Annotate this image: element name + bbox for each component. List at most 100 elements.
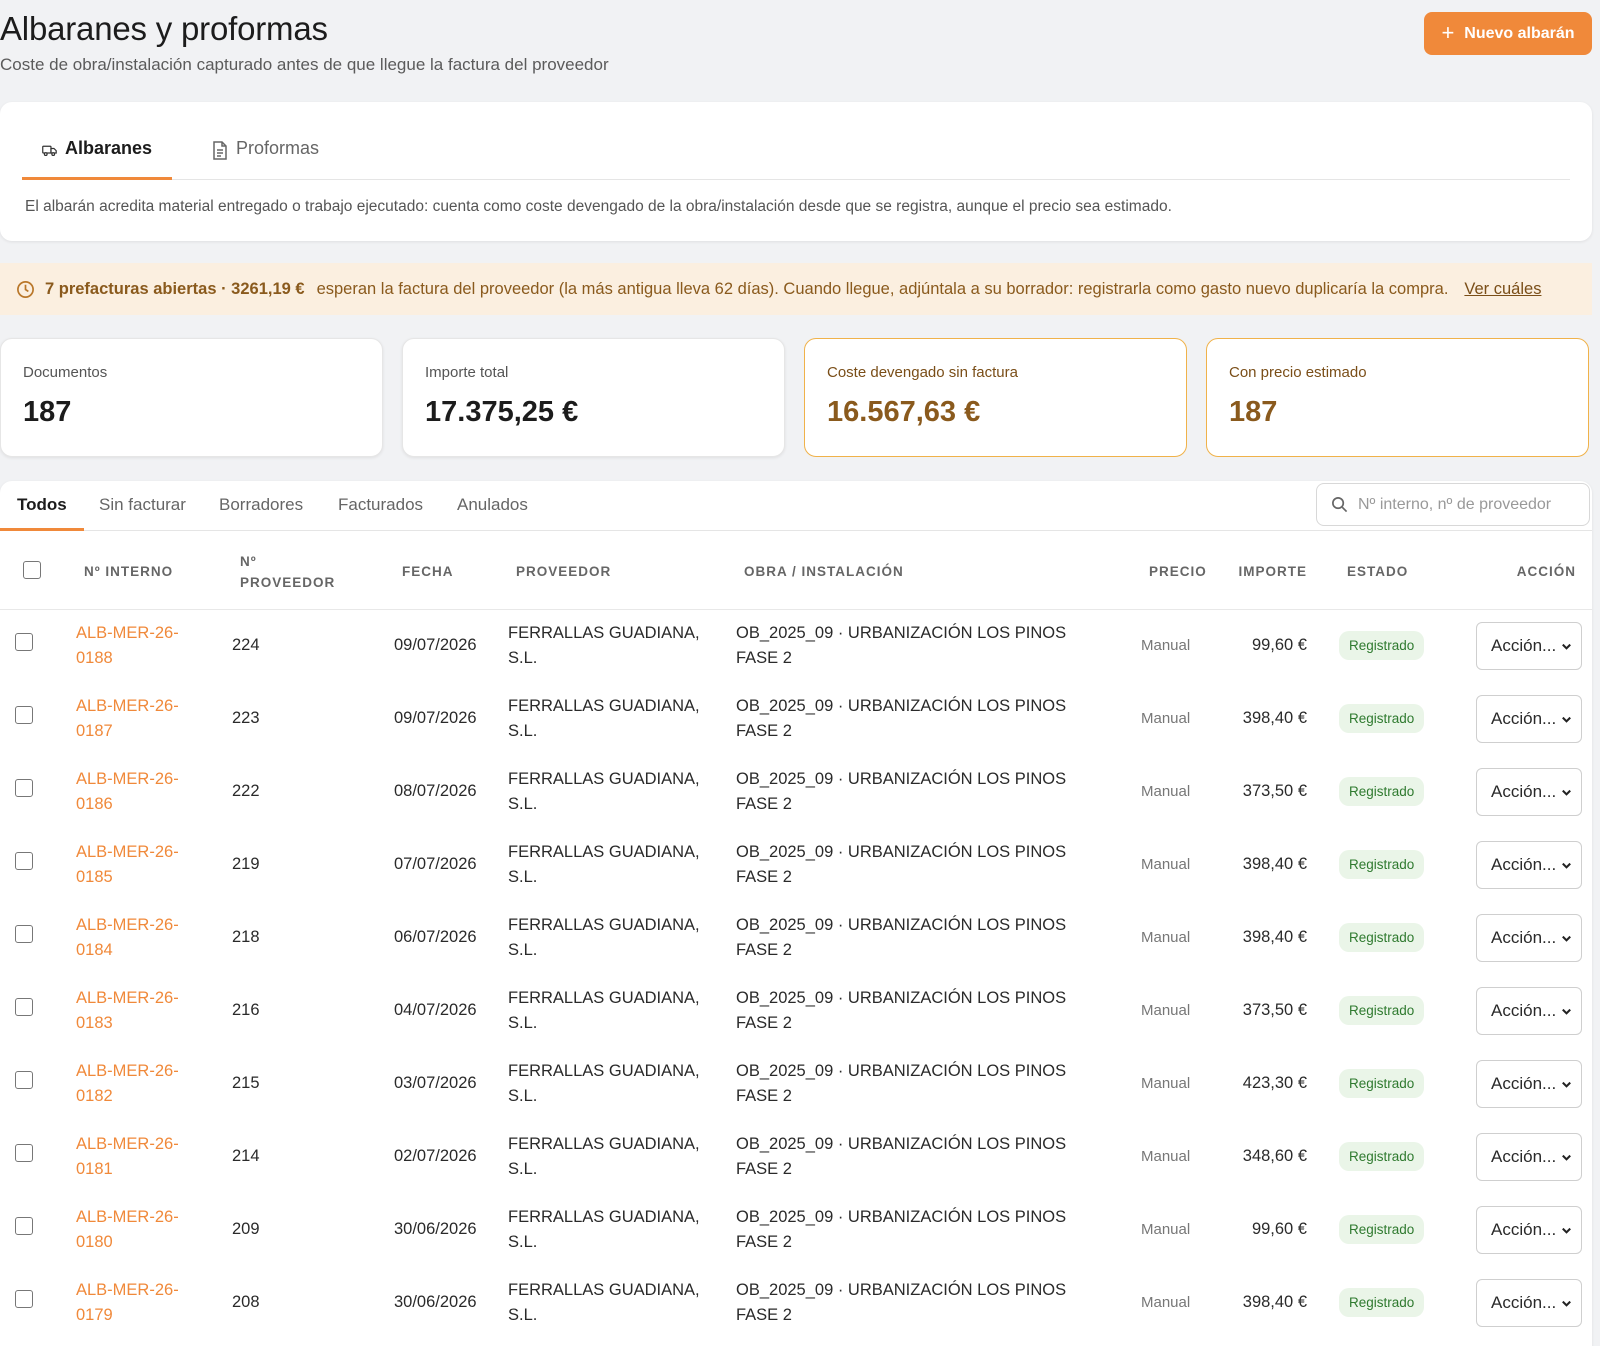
internal-number-link[interactable]: ALB-MER-26- 0179 — [74, 1266, 232, 1339]
new-albaran-button[interactable]: + Nuevo albarán — [1424, 12, 1592, 55]
internal-number-link[interactable]: ALB-MER-26- 0181 — [74, 1120, 232, 1193]
row-checkbox[interactable] — [15, 778, 33, 797]
action-select[interactable]: Acción... — [1476, 621, 1582, 670]
tab-albaranes[interactable]: Albaranes — [22, 130, 172, 180]
action-cell: Acción... — [1457, 755, 1592, 828]
table-row: ALB-MER-26- 0187 223 09/07/2026 FERRALLA… — [0, 682, 1592, 755]
stat-label: Con precio estimado — [1229, 364, 1367, 381]
action-select-value: Acción... — [1491, 636, 1557, 656]
project-name-line1: OB_2025_09 · URBANIZACIÓN LOS PINOS — [736, 696, 1067, 715]
row-checkbox[interactable] — [15, 1070, 33, 1089]
action-select[interactable]: Acción... — [1476, 694, 1582, 743]
table-row: ALB-MER-26- 0180 209 30/06/2026 FERRALLA… — [0, 1193, 1592, 1266]
supplier-name: FERRALLAS GUADIANA, S.L. — [501, 1047, 729, 1120]
action-select[interactable]: Acción... — [1476, 1278, 1582, 1327]
project-name-line1: OB_2025_09 · URBANIZACIÓN LOS PINOS — [736, 623, 1067, 642]
chevron-down-icon — [1562, 789, 1571, 796]
internal-number-link[interactable]: ALB-MER-26- 0187 — [74, 682, 232, 755]
search-input[interactable] — [1358, 495, 1563, 514]
table-row: ALB-MER-26- 0183 216 04/07/2026 FERRALLA… — [0, 974, 1592, 1047]
status-cell: Registrado — [1335, 1120, 1457, 1193]
row-checkbox[interactable] — [15, 997, 33, 1016]
chevron-down-icon — [1562, 716, 1571, 723]
internal-number-link[interactable]: ALB-MER-26- 0186 — [74, 755, 232, 828]
table-header-row: Nº INTERNO Nº PROVEEDOR FECHA PROVEEDOR … — [0, 535, 1592, 610]
ver-cuales-link[interactable]: Ver cuáles — [1464, 280, 1541, 299]
supplier-name-line1: FERRALLAS GUADIANA, — [508, 696, 700, 715]
project-name: OB_2025_09 · URBANIZACIÓN LOS PINOS FASE… — [729, 1193, 1125, 1266]
status-cell: Registrado — [1335, 1193, 1457, 1266]
row-select-cell — [0, 755, 74, 828]
row-select-cell — [0, 1047, 74, 1120]
project-name-line1: OB_2025_09 · URBANIZACIÓN LOS PINOS — [736, 769, 1067, 788]
action-select[interactable]: Acción... — [1476, 840, 1582, 889]
action-select[interactable]: Acción... — [1476, 913, 1582, 962]
action-select[interactable]: Acción... — [1476, 767, 1582, 816]
supplier-name-line2: S.L. — [508, 940, 538, 959]
action-select[interactable]: Acción... — [1476, 1205, 1582, 1254]
select-all-checkbox[interactable] — [23, 561, 41, 580]
action-select[interactable]: Acción... — [1476, 1059, 1582, 1108]
action-cell: Acción... — [1457, 901, 1592, 974]
action-cell: Acción... — [1457, 1047, 1592, 1120]
action-select[interactable]: Acción... — [1476, 1132, 1582, 1181]
action-select[interactable]: Acción... — [1476, 986, 1582, 1035]
document-date: 02/07/2026 — [394, 1147, 477, 1165]
status-cell: Registrado — [1335, 974, 1457, 1047]
status-badge: Registrado — [1339, 631, 1425, 661]
project-name: OB_2025_09 · URBANIZACIÓN LOS PINOS FASE… — [729, 901, 1125, 974]
row-checkbox[interactable] — [15, 851, 33, 870]
filter-tabs: Todos Sin facturar Borradores Facturados… — [0, 481, 1592, 531]
supplier-name: FERRALLAS GUADIANA, S.L. — [501, 828, 729, 901]
row-checkbox[interactable] — [15, 1289, 33, 1308]
price-type: Manual — [1141, 783, 1191, 800]
filter-tab-facturados[interactable]: Facturados — [338, 495, 423, 529]
row-checkbox[interactable] — [15, 1216, 33, 1235]
amount: 373,50 € — [1242, 1001, 1307, 1019]
action-select-value: Acción... — [1491, 1001, 1557, 1020]
action-select-value: Acción... — [1491, 1293, 1557, 1312]
filter-tab-anulados[interactable]: Anulados — [457, 495, 528, 529]
tab-proformas[interactable]: Proformas — [192, 130, 339, 180]
filter-tab-sin-facturar[interactable]: Sin facturar — [99, 495, 186, 529]
supplier-name-line2: S.L. — [508, 794, 538, 813]
search-box — [1316, 483, 1590, 526]
plus-icon: + — [1441, 19, 1455, 45]
row-select-cell — [0, 1120, 74, 1193]
table-row: ALB-MER-26- 0181 214 02/07/2026 FERRALLA… — [0, 1120, 1592, 1193]
project-name: OB_2025_09 · URBANIZACIÓN LOS PINOS FASE… — [729, 1120, 1125, 1193]
row-checkbox[interactable] — [15, 705, 33, 724]
internal-number-line2: 0181 — [76, 1159, 113, 1178]
project-name-line1: OB_2025_09 · URBANIZACIÓN LOS PINOS — [736, 988, 1067, 1007]
col-supplier-no-line2: PROVEEDOR — [240, 574, 336, 590]
supplier-name: FERRALLAS GUADIANA, S.L. — [501, 682, 729, 755]
supplier-number: 222 — [232, 782, 260, 800]
supplier-name: FERRALLAS GUADIANA, S.L. — [501, 974, 729, 1047]
supplier-name-line2: S.L. — [508, 867, 538, 886]
internal-number-link[interactable]: ALB-MER-26- 0180 — [74, 1193, 232, 1266]
status-badge: Registrado — [1339, 1288, 1425, 1317]
albaranes-table-card: Todos Sin facturar Borradores Facturados… — [0, 481, 1592, 1346]
doc-tabs: Albaranes Proformas — [22, 102, 1570, 180]
supplier-name-line2: S.L. — [508, 1232, 538, 1251]
internal-number-link[interactable]: ALB-MER-26- 0184 — [74, 901, 232, 974]
supplier-name: FERRALLAS GUADIANA, S.L. — [501, 1266, 729, 1339]
row-checkbox[interactable] — [15, 924, 33, 943]
internal-number-link[interactable]: ALB-MER-26- 0188 — [74, 609, 232, 682]
internal-number-link[interactable]: ALB-MER-26- 0185 — [74, 828, 232, 901]
filter-tab-borradores[interactable]: Borradores — [219, 495, 303, 529]
row-checkbox[interactable] — [15, 1143, 33, 1162]
price-type: Manual — [1141, 1221, 1191, 1238]
internal-number-link[interactable]: ALB-MER-26- 0183 — [74, 974, 232, 1047]
row-checkbox[interactable] — [15, 632, 33, 651]
supplier-number: 209 — [232, 1220, 260, 1238]
page-subtitle: Coste de obra/instalación capturado ante… — [0, 55, 609, 74]
row-select-cell — [0, 609, 74, 682]
col-status: ESTADO — [1335, 535, 1457, 610]
project-name: OB_2025_09 · URBANIZACIÓN LOS PINOS FASE… — [729, 828, 1125, 901]
internal-number-link[interactable]: ALB-MER-26- 0182 — [74, 1047, 232, 1120]
internal-number-line1: ALB-MER-26- — [76, 1280, 179, 1299]
chevron-down-icon — [1562, 1300, 1571, 1307]
project-name-line2: FASE 2 — [736, 721, 792, 740]
filter-tab-todos[interactable]: Todos — [0, 495, 84, 531]
